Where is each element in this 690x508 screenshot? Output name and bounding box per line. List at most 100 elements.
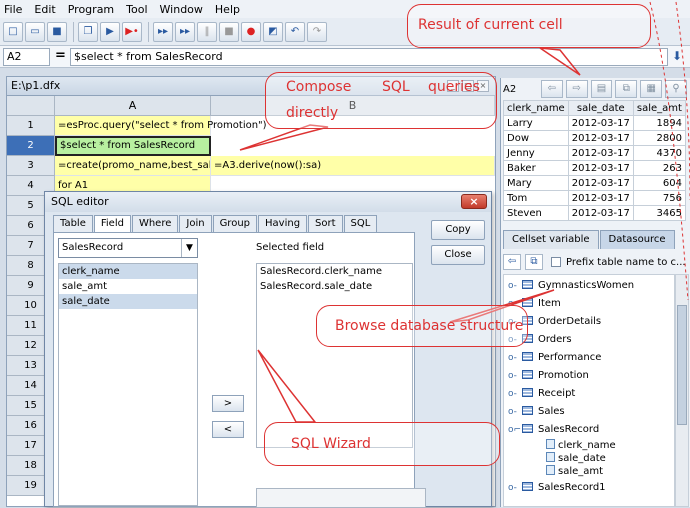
menu-window[interactable]: Window [160, 3, 203, 16]
arrow-left-icon[interactable]: ⇦ [503, 254, 521, 270]
table-select[interactable]: SalesRecord ▼ [58, 238, 198, 258]
table-icon [522, 298, 533, 307]
secondary-list[interactable] [256, 488, 426, 508]
step-into-icon[interactable]: ▸▸ [153, 21, 173, 42]
sql-editor-tabs: Table Field Where Join Group Having Sort… [53, 215, 378, 232]
table-row: Baker 2012-03-17 263 [503, 160, 687, 176]
tree-scrollbar[interactable] [675, 274, 689, 507]
open-folder-icon[interactable]: ▭ [25, 21, 45, 42]
callout-result: Result of current cell [407, 4, 651, 48]
clear-icon[interactable]: ◩ [263, 21, 283, 42]
redo-icon[interactable]: ↷ [307, 21, 327, 42]
column-header[interactable]: sale_amt [632, 100, 687, 116]
chevron-down-icon[interactable]: ⬇ [672, 49, 682, 63]
menu-help[interactable]: Help [215, 3, 240, 16]
export-icon[interactable]: ⧉ [615, 80, 638, 98]
result-cell-ref: A2 [503, 83, 517, 95]
row-header[interactable]: 1 [7, 116, 55, 136]
copy-button[interactable]: Copy [431, 220, 485, 240]
list-item[interactable]: sale_amt [59, 279, 197, 294]
cell-a1[interactable]: =esProc.query("select * from Promotion") [55, 116, 267, 136]
column-header[interactable]: sale_date [567, 100, 634, 116]
field-icon [546, 439, 555, 449]
menu-program[interactable]: Program [68, 3, 114, 16]
undo-icon[interactable]: ↶ [285, 21, 305, 42]
grid-icon[interactable]: ▦ [640, 80, 663, 98]
tab-cellset-variable[interactable]: Cellset variable [503, 230, 599, 249]
table-icon [522, 406, 533, 415]
list-item[interactable]: sale_date [59, 294, 197, 309]
cell-b3[interactable]: =A3.derive(now():sa) [211, 156, 495, 176]
tab-having[interactable]: Having [258, 215, 308, 232]
database-tree: o- GymnasticsWomen o- Item o- OrderDetails … [503, 274, 675, 507]
table-row: Steven 2012-03-17 3465 [503, 205, 687, 221]
list-item[interactable]: SalesRecord.sale_date [257, 279, 412, 294]
row-header[interactable]: 3 [7, 156, 55, 176]
column-header[interactable]: clerk_name [503, 100, 569, 116]
cell-a3[interactable]: =create(promo_name,best_sale) [55, 156, 211, 176]
chevron-down-icon: ▼ [181, 239, 197, 257]
step-next-icon[interactable]: ▸▸ [175, 21, 195, 42]
tab-group[interactable]: Group [212, 215, 258, 232]
dialog-title-bar: SQL editor × [45, 192, 491, 212]
pin-icon[interactable]: ⚲ [665, 80, 688, 98]
stop-icon[interactable]: ■ [219, 21, 239, 42]
datasource-tabs: Cellset variable Datasource [503, 230, 689, 250]
column-header-a[interactable]: A [55, 96, 211, 116]
copy-icon[interactable]: ▤ [590, 80, 613, 98]
forward-arrow-icon[interactable]: ⇨ [565, 80, 588, 98]
tab-field[interactable]: Field [93, 215, 131, 232]
tab-sql[interactable]: SQL [343, 215, 378, 232]
right-panel: A2 ⇦ ⇨ ▤ ⧉ ▦ ⚲ clerk_name sale_date sale… [500, 78, 690, 507]
prefix-checkbox[interactable] [551, 257, 561, 267]
add-field-button[interactable]: > [212, 395, 244, 412]
tree-item[interactable]: o- Sales [508, 403, 565, 420]
tree-item[interactable]: o- Performance [508, 349, 601, 366]
cell-a2[interactable]: $select * from SalesRecord [55, 136, 211, 156]
menu-file[interactable]: File [4, 3, 22, 16]
list-item[interactable]: clerk_name [59, 264, 197, 279]
table-icon [522, 482, 533, 491]
tab-datasource[interactable]: Datasource [599, 230, 675, 249]
table-row: Jenny 2012-03-17 4370 [503, 145, 687, 161]
tree-item[interactable]: o- SalesRecord1 [508, 479, 606, 496]
debug-run-icon[interactable]: ▶• [122, 21, 142, 42]
selected-field-label: Selected field [256, 242, 325, 253]
table-row: Larry 2012-03-17 1894 [503, 115, 687, 131]
back-arrow-icon[interactable]: ⇦ [540, 80, 563, 98]
menu-edit[interactable]: Edit [34, 3, 55, 16]
list-item[interactable]: SalesRecord.clerk_name [257, 264, 412, 279]
table-icon [522, 280, 533, 289]
tree-item[interactable]: o- GymnasticsWomen [508, 277, 634, 294]
cell-reference-field[interactable]: A2 [3, 48, 50, 66]
callout-browse: Browse database structure [316, 305, 528, 347]
pause-icon[interactable]: ‖ [197, 21, 217, 42]
tab-sort[interactable]: Sort [308, 215, 343, 232]
selected-fields-list: SalesRecord.clerk_name SalesRecord.sale_… [256, 263, 413, 448]
tree-item[interactable]: o⌐ SalesRecord [508, 421, 599, 438]
window-icon[interactable]: ❐ [78, 21, 98, 42]
new-file-icon[interactable]: □ [3, 21, 23, 42]
tree-item[interactable]: o- Receipt [508, 385, 575, 402]
table-icon [522, 352, 533, 361]
remove-field-button[interactable]: < [212, 421, 244, 438]
callout-compose: Compose SQL queries directly [265, 72, 497, 129]
tab-table[interactable]: Table [53, 215, 93, 232]
tree-item[interactable]: o- Promotion [508, 367, 589, 384]
formula-input[interactable]: $select * from SalesRecord [70, 48, 668, 66]
table-icon [522, 370, 533, 379]
refresh-icon[interactable]: ⧉ [525, 254, 543, 270]
equals-sign: = [55, 48, 66, 63]
field-icon [546, 465, 555, 475]
row-header[interactable]: 2 [7, 136, 55, 156]
breakpoint-icon[interactable]: ● [241, 21, 261, 42]
tab-where[interactable]: Where [131, 215, 179, 232]
table-row: Dow 2012-03-17 2800 [503, 130, 687, 146]
close-button[interactable]: Close [431, 245, 485, 265]
tab-join[interactable]: Join [179, 215, 212, 232]
close-icon[interactable]: × [461, 194, 487, 209]
run-icon[interactable]: ▶ [100, 21, 120, 42]
save-icon[interactable]: ■ [47, 21, 67, 42]
menu-tool[interactable]: Tool [126, 3, 147, 16]
tree-field[interactable]: sale_amt [546, 463, 603, 480]
